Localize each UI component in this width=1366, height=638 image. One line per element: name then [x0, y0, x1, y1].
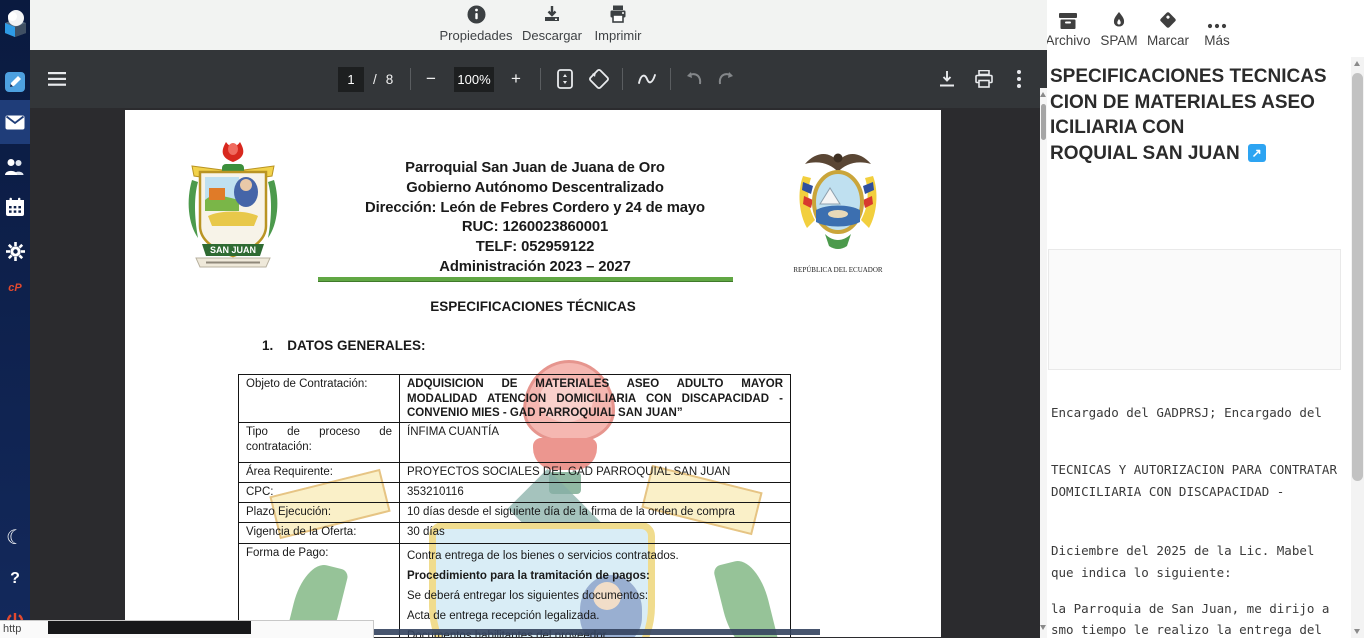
gear-icon — [5, 241, 26, 262]
rotate-icon — [588, 68, 610, 90]
attachment-preview-overlay: Propiedades Descargar Imprimir 1 / 8 − 1… — [30, 0, 1047, 638]
fit-page-icon — [557, 69, 573, 89]
download-icon — [938, 70, 956, 88]
app-sidebar: cP ☾ ? — [0, 0, 30, 638]
pdf-content-area: SAN JUAN Parroquial San Juan de Juana de… — [30, 108, 1047, 638]
subject-line: ICILIARIA CON — [1050, 115, 1355, 141]
email-body-line: DOMICILIARIA CON DISCAPACIDAD - — [1051, 484, 1284, 499]
section-heading: 1.DATOS GENERALES: — [262, 338, 426, 353]
email-meta-box — [1048, 249, 1341, 370]
header-line: Administración 2023 – 2027 — [275, 258, 795, 278]
url-text: http — [3, 623, 21, 635]
page-controls: 1 / 8 — [338, 50, 393, 108]
rotate-button[interactable] — [588, 50, 610, 108]
scroll-up-icon[interactable] — [1040, 92, 1046, 97]
calendar-icon — [5, 197, 25, 217]
pdf-viewer-toolbar: 1 / 8 − 100% + — [30, 50, 1047, 108]
email-body-line: Encargado del GADPRSJ; Encargado del — [1051, 405, 1322, 420]
sidebar-item-cpanel[interactable]: cP — [0, 276, 30, 300]
pdf-scrollbar[interactable] — [1040, 50, 1047, 638]
email-body-line: Diciembre del 2025 de la Lic. Mabel — [1051, 543, 1314, 558]
moon-icon: ☾ — [6, 525, 24, 550]
header-line: Parroquial San Juan de Juana de Oro — [275, 159, 795, 179]
kebab-menu-icon — [1016, 69, 1022, 89]
undo-icon — [684, 71, 704, 87]
ecuador-coat-of-arms — [795, 148, 881, 262]
subject-line: CION DE MATERIALES ASEO — [1050, 90, 1355, 116]
zoom-level-box[interactable]: 100% — [454, 50, 494, 108]
zoom-in-button[interactable]: + — [511, 50, 521, 108]
table-row: Plazo Ejecución: 10 días desde el siguie… — [239, 503, 791, 523]
ellipsis-icon — [1185, 8, 1249, 30]
properties-button[interactable]: Propiedades — [434, 4, 518, 43]
email-body-line: TECNICAS Y AUTORIZACION PARA CONTRATAR — [1051, 462, 1337, 477]
datos-generales-table: Objeto de Contratación: ADQUISICION DE M… — [238, 374, 791, 637]
compose-button[interactable] — [0, 68, 30, 96]
mail-icon — [5, 115, 25, 130]
redo-icon — [716, 71, 736, 87]
redo-button[interactable] — [716, 50, 736, 108]
info-icon — [434, 4, 518, 24]
compose-icon — [4, 71, 26, 93]
table-row: CPC: 353210116 — [239, 483, 791, 503]
scrollbar-thumb[interactable] — [1352, 73, 1363, 481]
scrollbar-thumb[interactable] — [1041, 104, 1046, 140]
email-body-line: smo tiempo le realizo la entrega del — [1051, 622, 1322, 637]
pdf-print-button[interactable] — [974, 50, 994, 108]
fit-page-button[interactable] — [557, 50, 573, 108]
app-logo-icon[interactable] — [0, 6, 30, 42]
header-line: RUC: 1260023860001 — [275, 218, 795, 238]
contacts-icon — [4, 158, 26, 176]
page-separator: / — [373, 72, 377, 87]
email-body-line: que indica lo siguiente: — [1051, 565, 1232, 580]
undo-button[interactable] — [684, 50, 704, 108]
table-row: Tipo de proceso de contratación: ÍNFIMA … — [239, 423, 791, 463]
scroll-down-icon[interactable] — [1354, 629, 1360, 634]
url-tooltip: http — [0, 620, 374, 638]
pdf-page: SAN JUAN Parroquial San Juan de Juana de… — [125, 110, 941, 637]
more-button[interactable]: Más — [1185, 8, 1249, 48]
email-body-line: la Parroquia de San Juan, me dirijo a — [1051, 601, 1329, 616]
email-subject: SPECIFICACIONES TECNICAS CION DE MATERIA… — [1050, 64, 1355, 166]
ecuador-caption: REPÚBLICA DEL ECUADOR — [773, 266, 903, 274]
header-line: Dirección: León de Febres Cordero y 24 d… — [275, 199, 795, 219]
url-tooltip-obscured — [48, 621, 251, 634]
sidebar-item-mail[interactable] — [0, 100, 30, 144]
help-button[interactable]: ? — [0, 566, 30, 592]
pdf-more-button[interactable] — [1016, 50, 1022, 108]
pdf-download-button[interactable] — [938, 50, 956, 108]
page-number-input[interactable]: 1 — [338, 67, 364, 92]
sidebar-item-settings[interactable] — [0, 236, 30, 266]
zoom-out-button[interactable]: − — [426, 50, 436, 108]
table-row: Área Requirente: PROYECTOS SOCIALES DEL … — [239, 463, 791, 483]
dark-mode-toggle[interactable]: ☾ — [0, 522, 30, 552]
menu-hamburger-icon[interactable] — [48, 50, 66, 108]
header-divider — [318, 277, 733, 282]
header-line: TELF: 052959122 — [275, 238, 795, 258]
header-line: Gobierno Autónomo Descentralizado — [275, 179, 795, 199]
sidebar-item-calendar[interactable] — [0, 192, 30, 222]
table-row: Objeto de Contratación: ADQUISICION DE M… — [239, 375, 791, 423]
print-button[interactable]: Imprimir — [576, 4, 660, 43]
document-title: ESPECIFICACIONES TÉCNICAS — [125, 299, 941, 314]
scroll-down-icon[interactable] — [1040, 625, 1046, 630]
external-link-icon[interactable]: ↗ — [1248, 144, 1266, 162]
annotate-button[interactable] — [637, 50, 659, 108]
san-juan-coat-of-arms: SAN JUAN — [178, 140, 288, 272]
printer-icon — [576, 4, 660, 24]
sidebar-item-contacts[interactable] — [0, 152, 30, 182]
attachment-toolbar: Propiedades Descargar Imprimir — [30, 0, 1047, 50]
table-row: Vigencia de la Oferta: 30 días — [239, 523, 791, 544]
document-header: Parroquial San Juan de Juana de Oro Gobi… — [275, 159, 795, 278]
printer-icon — [974, 70, 994, 88]
email-reading-panel: Archivo SPAM Marcar Más SPECIFICACIONES … — [1047, 0, 1366, 638]
scroll-up-icon[interactable] — [1354, 61, 1360, 66]
san-juan-banner-text: SAN JUAN — [210, 245, 256, 255]
email-panel-scrollbar[interactable] — [1351, 57, 1364, 638]
subject-line: ROQUIAL SAN JUAN — [1050, 141, 1240, 167]
subject-line: SPECIFICACIONES TECNICAS — [1050, 64, 1355, 90]
draw-squiggle-icon — [637, 70, 659, 88]
page-total: 8 — [386, 72, 394, 87]
